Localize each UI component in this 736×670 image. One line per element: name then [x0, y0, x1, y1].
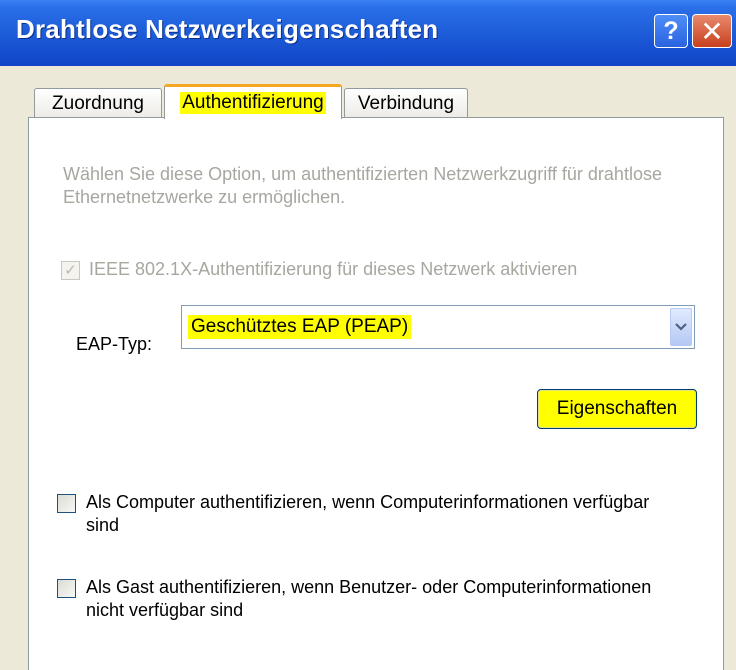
tab-bar: Zuordnung Authentifizierung Verbindung — [28, 84, 728, 119]
guest-auth-label: Als Gast authentifizieren, wenn Benutzer… — [86, 577, 652, 620]
computer-auth-label: Als Computer authentifizieren, wenn Comp… — [86, 492, 650, 535]
window-title: Drahtlose Netzwerkeigenschaften — [16, 14, 439, 44]
eap-type-value: Geschütztes EAP (PEAP) — [188, 315, 412, 339]
help-button[interactable]: ? — [654, 14, 688, 48]
eap-type-select[interactable]: Geschütztes EAP (PEAP) — [181, 305, 695, 349]
properties-button[interactable]: Eigenschaften — [537, 389, 697, 429]
guest-auth-checkbox[interactable] — [57, 579, 76, 598]
tab-verbindung[interactable]: Verbindung — [344, 88, 468, 118]
eap-type-label: EAP-Typ: — [76, 334, 153, 354]
wireless-properties-dialog: Drahtlose Netzwerkeigenschaften ? ✕ Zuor… — [0, 0, 736, 670]
tab-authentifizierung[interactable]: Authentifizierung — [164, 84, 342, 119]
ieee-8021x-label: IEEE 802.1X-Authentifizierung für dieses… — [89, 259, 578, 279]
help-icon: ? — [663, 16, 679, 45]
close-icon: ✕ — [700, 15, 724, 47]
chevron-down-icon — [675, 323, 687, 331]
ieee-8021x-option: ✓ IEEE 802.1X-Authentifizierung für dies… — [61, 258, 711, 284]
computer-auth-checkbox[interactable] — [57, 494, 76, 513]
tab-zuordnung[interactable]: Zuordnung — [34, 88, 162, 118]
close-button[interactable]: ✕ — [692, 14, 732, 48]
description-text: Wählen Sie diese Option, um authentifizi… — [63, 164, 662, 207]
ieee-8021x-checkbox[interactable]: ✓ — [61, 261, 80, 280]
checkmark-icon: ✓ — [64, 262, 77, 279]
title-bar[interactable]: Drahtlose Netzwerkeigenschaften ? ✕ — [0, 0, 736, 66]
tab-authentifizierung-label: Authentifizierung — [180, 92, 326, 114]
dropdown-button[interactable] — [670, 308, 692, 346]
authentication-panel: Wählen Sie diese Option, um authentifizi… — [28, 117, 724, 670]
